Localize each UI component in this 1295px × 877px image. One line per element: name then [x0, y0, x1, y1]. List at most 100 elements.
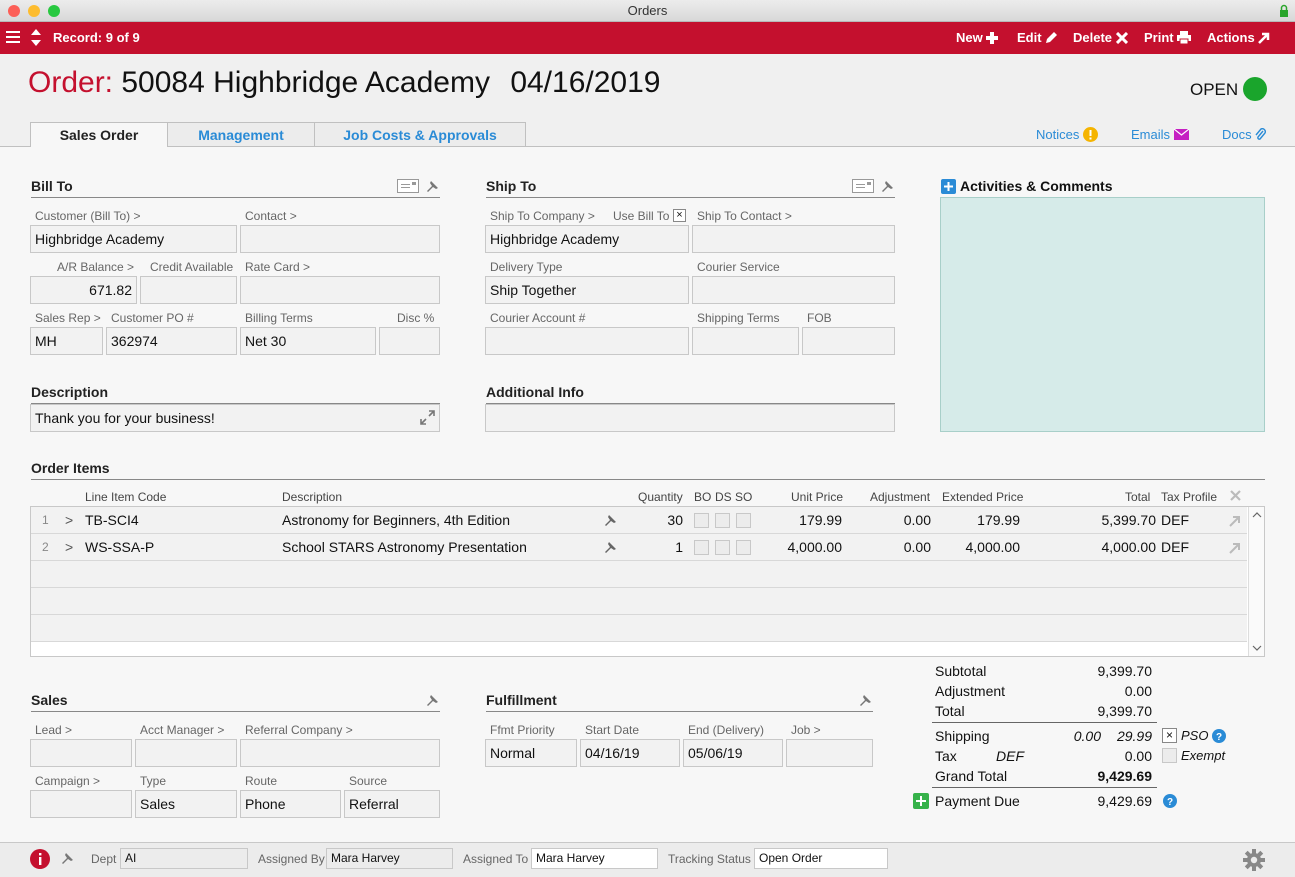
- description-field[interactable]: Thank you for your business!: [30, 404, 440, 432]
- expand-icon[interactable]: [420, 410, 435, 425]
- empty-row[interactable]: [31, 588, 1247, 615]
- line-item-code[interactable]: WS-SSA-P: [85, 534, 154, 561]
- lead-field[interactable]: [30, 739, 132, 767]
- shipping-terms-field[interactable]: [692, 327, 799, 355]
- footer-pin-icon[interactable]: [61, 852, 74, 865]
- job-label[interactable]: Job >: [791, 723, 821, 737]
- line-item-description[interactable]: School STARS Astronomy Presentation: [282, 534, 527, 561]
- table-row[interactable]: 2 > WS-SSA-P School STARS Astronomy Pres…: [31, 534, 1247, 561]
- ds-checkbox[interactable]: [715, 513, 730, 528]
- empty-row[interactable]: [31, 615, 1247, 642]
- bo-checkbox[interactable]: [694, 513, 709, 528]
- info-icon[interactable]: [30, 849, 50, 869]
- lead-label[interactable]: Lead >: [35, 723, 72, 737]
- new-button[interactable]: New: [956, 22, 999, 54]
- pso-checkbox[interactable]: ×: [1162, 728, 1177, 743]
- delivery-type-field[interactable]: Ship Together: [485, 276, 689, 304]
- adjustment-value[interactable]: 0.00: [1040, 683, 1152, 699]
- tab-sales-order[interactable]: Sales Order: [30, 122, 168, 147]
- ds-checkbox[interactable]: [715, 540, 730, 555]
- add-activity-icon[interactable]: [941, 179, 956, 194]
- payment-help-icon[interactable]: ?: [1163, 794, 1177, 808]
- ffmt-priority-field[interactable]: Normal: [485, 739, 577, 767]
- line-item-adjustment[interactable]: 0.00: [861, 534, 931, 561]
- source-field[interactable]: Referral: [344, 790, 440, 818]
- ship-company-field[interactable]: Highbridge Academy: [485, 225, 689, 253]
- acct-manager-field[interactable]: [135, 739, 237, 767]
- referral-company-field[interactable]: [240, 739, 440, 767]
- campaign-field[interactable]: [30, 790, 132, 818]
- route-field[interactable]: Phone: [240, 790, 341, 818]
- notices-link[interactable]: Notices: [1036, 127, 1098, 142]
- line-item-unit-price[interactable]: 4,000.00: [771, 534, 843, 561]
- close-window-button[interactable]: [8, 5, 20, 17]
- exempt-checkbox[interactable]: [1162, 748, 1177, 763]
- zoom-window-button[interactable]: [48, 5, 60, 17]
- shipping-price-value[interactable]: 29.99: [1100, 728, 1152, 744]
- acct-manager-label[interactable]: Acct Manager >: [140, 723, 224, 737]
- open-row-icon[interactable]: [1229, 542, 1241, 554]
- expand-row-icon[interactable]: >: [65, 507, 73, 534]
- menu-icon[interactable]: [6, 30, 20, 44]
- contact-field[interactable]: [240, 225, 440, 253]
- line-item-quantity[interactable]: 1: [631, 534, 683, 561]
- end-date-field[interactable]: 05/06/19: [683, 739, 783, 767]
- ship-pin-icon[interactable]: [881, 180, 894, 193]
- fob-field[interactable]: [802, 327, 895, 355]
- line-item-description[interactable]: Astronomy for Beginners, 4th Edition: [282, 507, 510, 534]
- contact-label[interactable]: Contact >: [245, 209, 297, 223]
- tab-job-costs[interactable]: Job Costs & Approvals: [314, 122, 526, 146]
- print-button[interactable]: Print: [1144, 22, 1192, 54]
- emails-link[interactable]: Emails: [1131, 127, 1189, 142]
- customer-field[interactable]: Highbridge Academy: [30, 225, 237, 253]
- ship-contact-field[interactable]: [692, 225, 895, 253]
- sales-rep-field[interactable]: MH: [30, 327, 103, 355]
- so-checkbox[interactable]: [736, 540, 751, 555]
- row-pin-icon[interactable]: [604, 514, 617, 527]
- disc-field[interactable]: [379, 327, 440, 355]
- expand-row-icon[interactable]: >: [65, 534, 73, 561]
- line-item-unit-price[interactable]: 179.99: [771, 507, 842, 534]
- line-item-quantity[interactable]: 30: [631, 507, 683, 534]
- campaign-label[interactable]: Campaign >: [35, 774, 100, 788]
- ship-address-card-icon[interactable]: [852, 179, 874, 193]
- pin-icon[interactable]: [426, 180, 439, 193]
- sales-pin-icon[interactable]: [426, 694, 439, 707]
- ar-balance-label[interactable]: A/R Balance >: [57, 260, 134, 274]
- job-field[interactable]: [786, 739, 873, 767]
- courier-account-field[interactable]: [485, 327, 689, 355]
- customer-label[interactable]: Customer (Bill To) >: [35, 209, 140, 223]
- record-nav-arrows-icon[interactable]: [29, 27, 43, 49]
- delete-button[interactable]: Delete: [1073, 22, 1128, 54]
- line-item-code[interactable]: TB-SCI4: [85, 507, 139, 534]
- start-date-field[interactable]: 04/16/19: [580, 739, 680, 767]
- address-card-icon[interactable]: [397, 179, 419, 193]
- row-pin-icon[interactable]: [604, 541, 617, 554]
- docs-link[interactable]: Docs: [1222, 127, 1267, 142]
- empty-row[interactable]: [31, 561, 1247, 588]
- so-checkbox[interactable]: [736, 513, 751, 528]
- referral-company-label[interactable]: Referral Company >: [245, 723, 353, 737]
- pso-help-icon[interactable]: ?: [1212, 729, 1226, 743]
- grid-scrollbar[interactable]: [1248, 507, 1264, 656]
- tracking-status-field[interactable]: Open Order: [754, 848, 888, 869]
- line-item-adjustment[interactable]: 0.00: [861, 507, 931, 534]
- minimize-window-button[interactable]: [28, 5, 40, 17]
- ship-company-label[interactable]: Ship To Company >: [490, 209, 595, 223]
- sales-rep-label[interactable]: Sales Rep >: [35, 311, 101, 325]
- type-field[interactable]: Sales: [135, 790, 237, 818]
- settings-gear-icon[interactable]: [1243, 849, 1265, 871]
- assigned-to-field[interactable]: Mara Harvey: [531, 848, 658, 869]
- courier-service-field[interactable]: [692, 276, 895, 304]
- ship-contact-label[interactable]: Ship To Contact >: [697, 209, 792, 223]
- billing-terms-field[interactable]: Net 30: [240, 327, 376, 355]
- tax-profile[interactable]: DEF: [996, 748, 1024, 764]
- clear-columns-icon[interactable]: [1230, 490, 1241, 501]
- edit-button[interactable]: Edit: [1017, 22, 1058, 54]
- actions-button[interactable]: Actions: [1207, 22, 1270, 54]
- open-row-icon[interactable]: [1229, 515, 1241, 527]
- use-bill-to-checkbox[interactable]: ×: [673, 209, 686, 222]
- bo-checkbox[interactable]: [694, 540, 709, 555]
- add-payment-icon[interactable]: [913, 793, 929, 809]
- rate-card-label[interactable]: Rate Card >: [245, 260, 310, 274]
